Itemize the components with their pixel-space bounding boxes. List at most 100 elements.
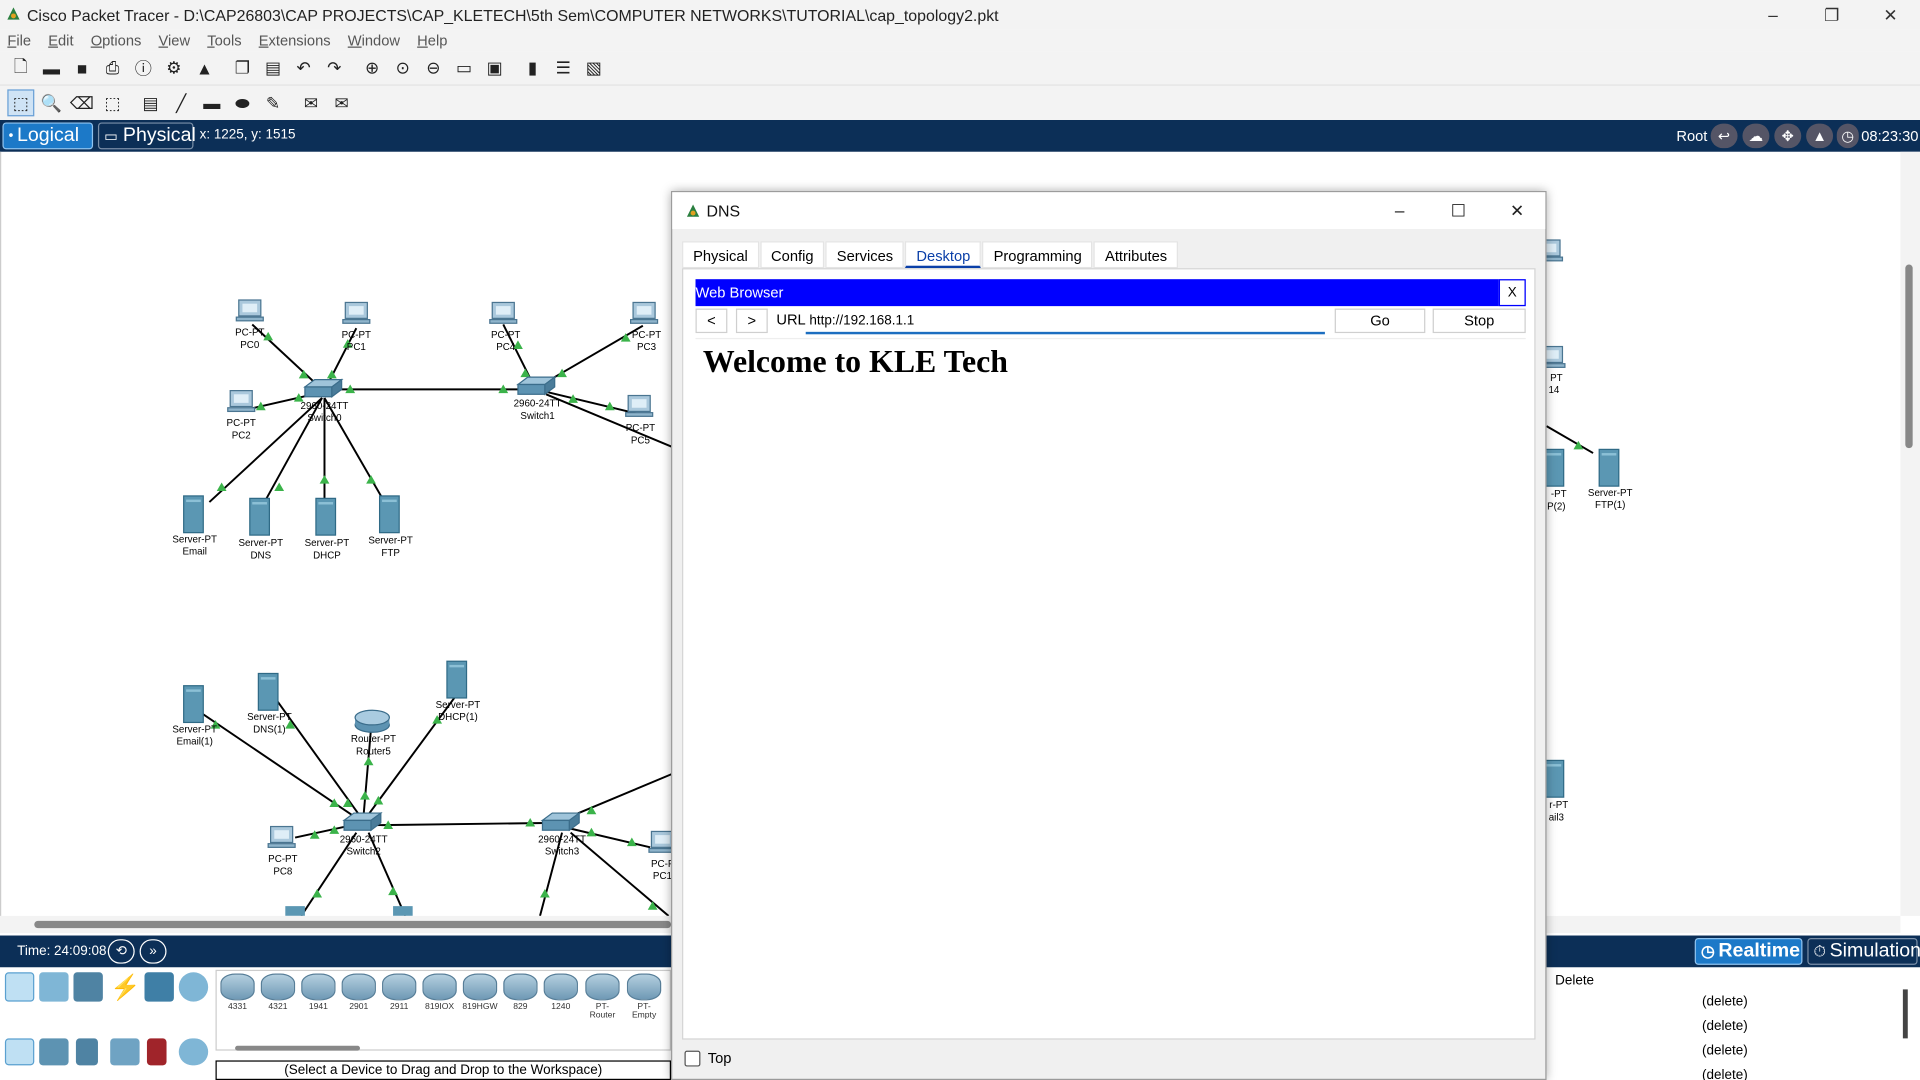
device-partial-bottom-left[interactable] [285,906,413,916]
device-partial-ail3[interactable]: r-PTail3 [1543,759,1568,823]
device-switch1[interactable]: 2960-24TTSwitch1 [514,376,562,422]
menu-help[interactable]: Help [417,32,447,49]
pdu-delete-link[interactable]: (delete) [1702,1043,1748,1058]
device-switch3[interactable]: 2960-24TT Switch3 [538,812,586,858]
tab-programming[interactable]: Programming [982,241,1093,269]
redo-icon[interactable]: ↷ [321,54,348,81]
draw-ellipse-icon[interactable]: ⬬ [229,89,256,116]
url-input[interactable] [805,308,1325,335]
network-wizard-icon[interactable]: ⚙ [160,54,187,81]
model-2911[interactable]: 2911 [381,973,418,1011]
paste-icon[interactable]: ▤ [260,54,287,81]
device-switch2[interactable]: 2960-24TT Switch2 [340,812,388,858]
device-server-dhcp1[interactable]: Server-PTDHCP(1) [436,660,481,723]
checkbox-box[interactable] [684,1050,701,1066]
multiuser-icon[interactable] [178,972,209,1002]
browser-forward-button[interactable]: > [735,308,768,334]
end-devices-icon[interactable] [39,972,69,1002]
model-pt-router[interactable]: PT-Router [584,973,621,1020]
new-cluster-icon[interactable]: ☁ [1742,123,1770,149]
tab-config[interactable]: Config [760,241,825,269]
tab-attributes[interactable]: Attributes [1094,241,1179,269]
dialog-minimize-button[interactable]: – [1370,192,1429,229]
drawing-palette-icon[interactable]: ▭ [451,54,478,81]
device-switch0[interactable]: 2960-24TTSwitch0 [301,378,349,425]
device-server-dhcp[interactable]: Server-PTDHCP [305,497,350,561]
undo-icon[interactable]: ↶ [290,54,317,81]
web-browser-close-button[interactable]: X [1498,279,1526,307]
model-4321[interactable]: 4321 [260,973,297,1011]
save-icon[interactable]: ■ [69,54,96,81]
model-pt-empty[interactable]: PT-Empty [626,973,663,1020]
power-cycle-devices-icon[interactable]: ⟲ [107,939,135,964]
menu-file[interactable]: File [7,32,31,49]
copy-icon[interactable]: ❐ [229,54,256,81]
hubs-icon[interactable] [75,1038,98,1066]
device-router5[interactable]: Router-PTRouter5 [351,709,396,757]
model-1240[interactable]: 1240 [542,973,579,1011]
security-icon[interactable] [146,1038,167,1066]
dialog-title-bar[interactable]: DNS – ☐ ✕ [672,192,1547,229]
menu-view[interactable]: View [158,32,190,49]
tab-desktop[interactable]: Desktop [905,241,982,269]
routers-icon[interactable] [4,1038,35,1066]
device-server-email[interactable]: Server-PT Email [172,495,217,558]
model-819iox[interactable]: 819IOX [421,973,458,1011]
pdu-delete-link[interactable]: (delete) [1702,1068,1748,1080]
cluster-icon[interactable]: ☰ [550,54,577,81]
menu-options[interactable]: Options [91,32,142,49]
menu-edit[interactable]: Edit [48,32,73,49]
pdu-delete-link[interactable]: (delete) [1702,1019,1748,1034]
menu-window[interactable]: Window [348,32,400,49]
pdu-delete-link[interactable]: (delete) [1702,994,1748,1009]
physical-view-button[interactable]: ▭ Physical [97,122,196,150]
viewport-clock-icon[interactable]: ◷ [1836,123,1859,149]
ipc-icon[interactable]: ▮ [519,54,546,81]
dialog-close-button[interactable]: ✕ [1488,192,1547,229]
pdu-scrollbar[interactable] [1902,989,1908,1039]
device-server-email1[interactable]: Server-PTEmail(1) [172,685,217,748]
device-server-ftp1[interactable]: Server-PTFTP(1) [1588,448,1633,511]
delete-tool-icon[interactable]: ⌫ [69,89,96,116]
simulation-mode-button[interactable]: ⏱ Simulation [1807,937,1920,965]
menu-extensions[interactable]: Extensions [259,32,331,49]
workspace-vertical-scrollbar[interactable] [1900,151,1920,916]
move-object-icon[interactable]: ✥ [1774,123,1802,149]
freeform-icon[interactable]: ✎ [260,89,287,116]
go-button[interactable]: Go [1334,308,1426,334]
miscellaneous-icon[interactable] [144,972,174,1002]
custom-device-dialog-icon[interactable]: ▣ [481,54,508,81]
connections-icon[interactable]: ⚡ [110,972,140,1002]
always-on-top-checkbox[interactable]: Top [684,1049,731,1067]
zoom-out-icon[interactable]: ⊖ [420,54,447,81]
add-complex-pdu-icon[interactable]: ✉ [328,89,355,116]
activity-wizard-icon[interactable]: ▲ [191,54,218,81]
network-devices-icon[interactable] [4,972,35,1002]
set-tiled-background-icon[interactable]: ▲ [1806,123,1834,149]
model-819hgw[interactable]: 819HGW [462,973,499,1011]
device-pc1[interactable]: PC-PTPC1 [342,301,371,353]
resize-shape-icon[interactable]: ⬚ [99,89,126,116]
device-list-scrollbar[interactable] [235,1045,361,1051]
model-2901[interactable]: 2901 [340,973,377,1011]
fast-forward-time-icon[interactable]: » [139,939,167,964]
horizontal-scroll-thumb[interactable] [34,920,672,929]
tab-services[interactable]: Services [825,241,905,269]
model-1941[interactable]: 1941 [300,973,337,1011]
close-button[interactable]: ✕ [1861,0,1920,29]
device-pc2[interactable]: PC-PTPC2 [227,390,256,442]
menu-tools[interactable]: Tools [207,32,241,49]
draw-line-icon[interactable]: ╱ [168,89,195,116]
inspect-tool-icon[interactable]: 🔍 [38,89,65,116]
model-829[interactable]: 829 [502,973,539,1011]
device-server-dns[interactable]: Server-PTDNS [239,497,284,561]
switches-icon[interactable] [39,1038,69,1066]
info-icon[interactable]: ⓘ [130,54,157,81]
browser-page-view[interactable]: Welcome to KLE Tech [695,337,1526,1036]
back-icon[interactable]: ↩ [1710,123,1738,149]
zoom-in-icon[interactable]: ⊕ [359,54,386,81]
wan-emulation-icon[interactable] [178,1038,209,1066]
draw-rectangle-icon[interactable]: ▬ [198,89,225,116]
viewport-icon[interactable]: ▧ [580,54,607,81]
select-tool-icon[interactable]: ⬚ [7,89,35,117]
